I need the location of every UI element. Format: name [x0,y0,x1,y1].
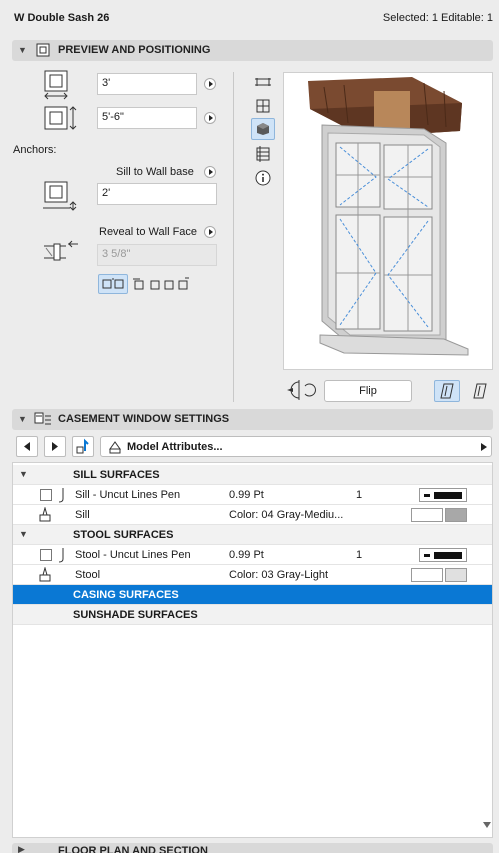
top-bar: W Double Sash 26 Selected: 1 Editable: 1 [0,0,499,36]
group-row-stool[interactable]: ▼ STOOL SURFACES [13,525,492,545]
flip-button[interactable]: Flip [324,380,412,402]
paint-bucket-icon [109,441,121,454]
window-3d-preview [283,72,493,370]
anchor-mode-custom-icon[interactable] [173,274,193,294]
collapse-triangle-icon[interactable]: ▼ [18,414,27,424]
sort-order-button[interactable] [72,436,94,457]
row-name: Sill [75,509,90,521]
model-attributes-label: Model Attributes... [127,441,223,453]
pen-icon [58,548,64,563]
expand-triangle-icon[interactable]: ▼ [19,469,28,479]
width-arrow-button[interactable] [204,78,216,90]
door-open-left-icon[interactable] [434,380,460,402]
row-pen-number: 1 [356,489,363,501]
vertical-divider [233,72,234,402]
anchors-label: Anchors: [13,144,57,156]
list-scrollbar[interactable] [483,820,491,834]
group-row-casing[interactable]: CASING SURFACES [13,585,492,605]
sill-anchor-arrow-button[interactable] [204,166,216,178]
section-view-icon[interactable] [253,144,273,164]
window-preview-icon [36,43,50,57]
surface-settings-list: ▼ SILL SURFACES Sill - Uncut Lines Pen 0… [12,462,493,838]
row-value: Color: 03 Gray-Light [229,569,329,581]
3d-view-icon[interactable] [251,118,275,140]
group-title: CASING SURFACES [73,589,179,601]
plan-view-icon[interactable] [253,96,273,116]
row-pen-number: 1 [356,549,363,561]
sill-height-icon [43,181,77,211]
row-value: Color: 04 Gray-Mediu... [229,509,344,521]
casement-section-header[interactable]: ▼ CASEMENT WINDOW SETTINGS [12,409,493,430]
door-open-right-icon[interactable] [468,380,492,402]
group-title: SUNSHADE SURFACES [73,609,198,621]
surface-brush-icon [39,567,51,582]
height-input[interactable]: 5'-6" [97,107,197,129]
reveal-depth-icon [44,240,78,261]
surface-color-swatch[interactable] [411,508,469,522]
floor-plan-section-header[interactable]: ▶ FLOOR PLAN AND SECTION [12,843,493,853]
settings-list-icon [34,412,51,425]
row-name: Sill - Uncut Lines Pen [75,489,181,501]
row-name: Stool [75,569,101,581]
anchor-mode-both-icon[interactable] [98,274,128,294]
row-checkbox[interactable] [40,489,52,501]
preview-section-header[interactable]: ▼ PREVIEW AND POSITIONING [12,40,493,61]
row-checkbox[interactable] [40,549,52,561]
row-value: 0.99 Pt [229,489,264,501]
object-title: W Double Sash 26 [14,12,110,24]
double-sash-window-render [308,77,469,356]
sill-height-input[interactable]: 2' [97,183,217,205]
list-row-sill-pen[interactable]: Sill - Uncut Lines Pen 0.99 Pt 1 [13,485,492,505]
row-name: Stool - Uncut Lines Pen [75,549,191,561]
reveal-depth-input: 3 5/8" [97,244,217,266]
sill-anchor-label: Sill to Wall base [116,166,194,178]
floor-plan-section-title: FLOOR PLAN AND SECTION [58,845,208,853]
row-value: 0.99 Pt [229,549,264,561]
surface-color-swatch[interactable] [411,568,469,582]
height-dimension-icon [44,106,77,130]
next-page-button[interactable] [44,436,66,457]
collapse-triangle-icon[interactable]: ▼ [18,45,27,55]
list-row-stool-surface[interactable]: Stool Color: 03 Gray-Light [13,565,492,585]
surface-brush-icon [39,507,51,522]
elevation-view-icon[interactable] [253,72,273,92]
group-title: STOOL SURFACES [73,529,174,541]
group-row-sill[interactable]: ▼ SILL SURFACES [13,465,492,485]
width-dimension-icon [44,70,68,100]
list-row-sill-surface[interactable]: Sill Color: 04 Gray-Mediu... [13,505,492,525]
pen-icon [58,488,64,503]
reveal-anchor-label: Reveal to Wall Face [99,226,198,238]
group-row-sunshade[interactable]: SUNSHADE SURFACES [13,605,492,625]
group-title: SILL SURFACES [73,469,160,481]
dropdown-arrow-icon [481,443,487,451]
expand-triangle-icon[interactable]: ▼ [19,529,28,539]
selection-status: Selected: 1 Editable: 1 [382,12,493,24]
preview-section-title: PREVIEW AND POSITIONING [58,44,211,56]
info-icon[interactable] [253,168,273,188]
line-weight-swatch[interactable] [419,548,467,562]
height-arrow-button[interactable] [204,112,216,124]
expand-triangle-icon[interactable]: ▶ [18,844,25,853]
reveal-anchor-arrow-button[interactable] [204,226,216,238]
casement-section-title: CASEMENT WINDOW SETTINGS [58,413,230,425]
list-row-stool-pen[interactable]: Stool - Uncut Lines Pen 0.99 Pt 1 [13,545,492,565]
previous-page-button[interactable] [16,436,38,457]
line-weight-swatch[interactable] [419,488,467,502]
width-input[interactable]: 3' [97,73,197,95]
model-attributes-dropdown[interactable]: Model Attributes... [100,436,492,457]
mirror-toggle-icon[interactable] [283,378,319,402]
